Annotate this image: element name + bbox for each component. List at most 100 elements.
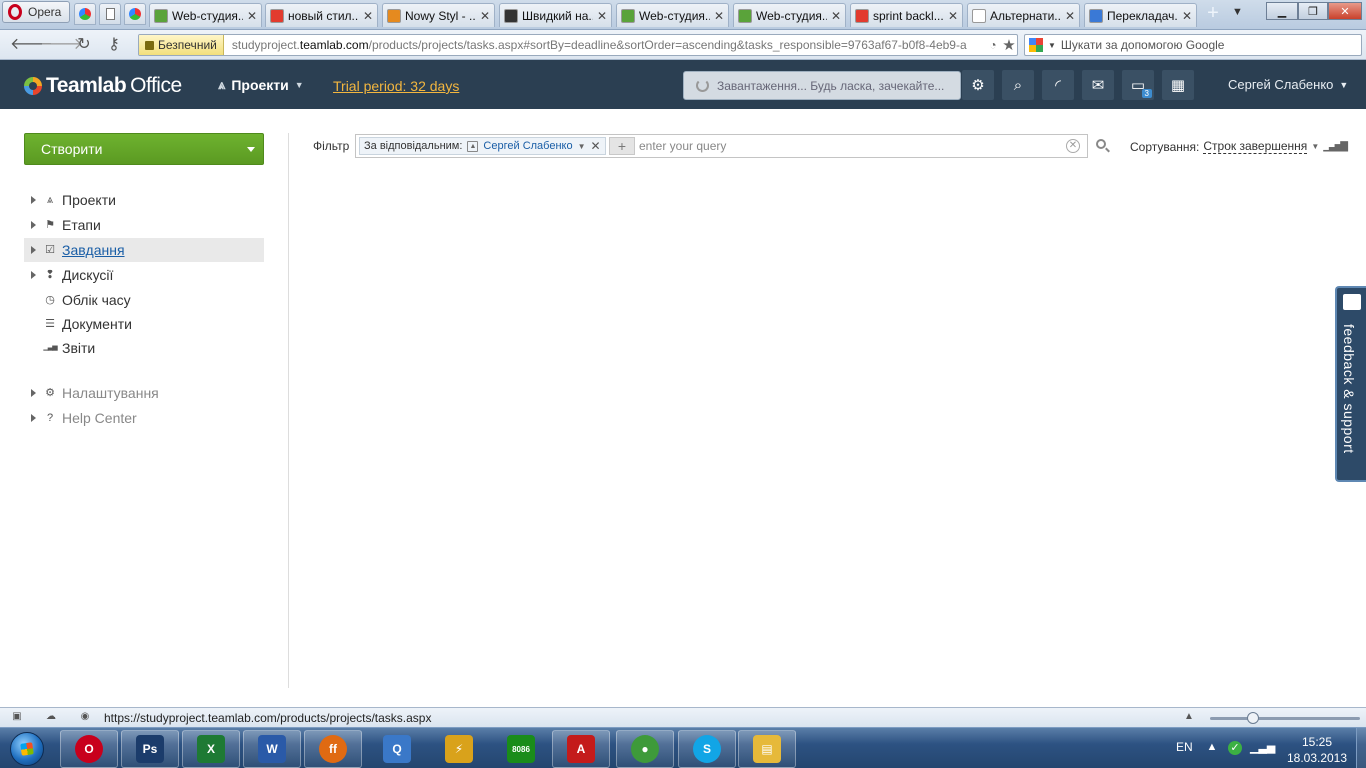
close-window-button[interactable]: ✕ — [1328, 2, 1362, 20]
cloud-icon[interactable]: ☁ — [44, 711, 58, 724]
taskbar-app-qip[interactable]: Q — [368, 730, 426, 768]
url-text[interactable]: studyproject.teamlab.com/products/projec… — [224, 38, 985, 52]
taskbar-app-chrome[interactable]: ● — [616, 730, 674, 768]
new-tab-button[interactable]: + — [1202, 3, 1224, 24]
close-tab-icon[interactable]: ✕ — [363, 9, 373, 23]
browser-tab[interactable]: sprint backl... ✕ — [850, 3, 963, 27]
sidebar-item[interactable]: ⚑ Етапи — [24, 213, 264, 237]
clock[interactable]: 15:25 18.03.2013 — [1282, 734, 1352, 766]
sidebar-item[interactable]: ⩓ Проекти — [24, 188, 264, 212]
key-icon[interactable]: ⚷ — [104, 35, 124, 55]
pinned-tab[interactable] — [124, 3, 146, 25]
browser-tab[interactable]: Швидкий на... ✕ — [499, 3, 612, 27]
browser-tab[interactable]: новый стил... ✕ — [265, 3, 378, 27]
user-menu[interactable]: Сергей Слабенко ▼ — [1228, 77, 1348, 92]
taskbar-app-opera[interactable]: O — [60, 730, 118, 768]
forward-icon[interactable]: 🡒 — [40, 35, 83, 55]
browser-tab[interactable]: Альтернати... ✕ — [967, 3, 1080, 27]
settings-button[interactable]: ⚙ — [962, 70, 994, 100]
browser-tab[interactable]: Web-студия... ✕ — [616, 3, 729, 27]
chevron-down-icon[interactable]: ▼ — [1311, 142, 1319, 151]
speed-dial-tab[interactable] — [74, 3, 96, 25]
sidebar-item[interactable]: ▁▃▅ Звіти — [24, 336, 264, 360]
url-field[interactable]: Безпечний studyproject.teamlab.com/produ… — [138, 34, 1018, 56]
sort-value[interactable]: Строк завершення — [1203, 139, 1308, 154]
engine-dropdown-icon[interactable]: ▼ — [1048, 41, 1056, 50]
module-menu[interactable]: ⩓ Проекти ▼ — [218, 77, 304, 93]
close-tab-icon[interactable]: ✕ — [1182, 9, 1192, 23]
start-button[interactable] — [2, 729, 52, 768]
language-indicator[interactable]: EN — [1176, 740, 1193, 754]
taskbar-app-skype[interactable]: S — [678, 730, 736, 768]
show-desktop-button[interactable] — [1356, 728, 1366, 768]
taskbar-app-photoshop[interactable]: Ps — [121, 730, 179, 768]
close-tab-icon[interactable]: ✕ — [247, 9, 257, 23]
search-loading-box[interactable]: Завантаження... Будь ласка, зачекайте... — [683, 71, 961, 100]
expand-arrow-icon[interactable] — [31, 246, 36, 254]
taskbar-app-winamp[interactable]: ⚡ — [430, 730, 488, 768]
calendar-button[interactable]: ▦ — [1162, 70, 1194, 100]
close-tab-icon[interactable]: ✕ — [597, 9, 607, 23]
network-icon[interactable]: ▁▃▅ — [1250, 741, 1275, 755]
sort-order-icon[interactable]: ▁▃▅▇ — [1323, 141, 1348, 152]
create-button[interactable]: Створити — [24, 133, 264, 165]
browser-tab[interactable]: Web-студия... ✕ — [149, 3, 262, 27]
taskbar-app-firefox[interactable]: ff — [304, 730, 362, 768]
scroll-up-icon[interactable]: ▲ — [1182, 711, 1196, 724]
messages-button[interactable]: ▭ 3 — [1122, 70, 1154, 100]
chevron-down-icon[interactable]: ▼ — [578, 142, 586, 151]
sidebar-item[interactable]: ☑ Завдання — [24, 238, 264, 262]
close-tab-icon[interactable]: ✕ — [831, 9, 841, 23]
sidebar-item[interactable]: ❢ Дискусії — [24, 263, 264, 287]
close-tab-icon[interactable]: ✕ — [948, 9, 958, 23]
opera-menu-button[interactable]: Opera — [2, 1, 70, 23]
rss-icon[interactable]: ◔ — [985, 38, 1001, 52]
blank-tab[interactable] — [99, 3, 121, 25]
search-icon[interactable] — [1096, 139, 1110, 153]
chip-value[interactable]: Сергей Слабенко — [483, 140, 572, 152]
tab-menu-icon[interactable]: ▼ — [1232, 6, 1243, 18]
bookmark-star-icon[interactable]: ★ — [1001, 36, 1017, 54]
expand-arrow-icon[interactable] — [31, 221, 36, 229]
turbo-icon[interactable]: ◉ — [78, 711, 92, 724]
close-tab-icon[interactable]: ✕ — [714, 9, 724, 23]
sidebar-item[interactable]: ? Help Center — [24, 406, 264, 430]
filter-query-input[interactable] — [639, 136, 1059, 156]
taskbar-app-explorer[interactable]: ▤ — [738, 730, 796, 768]
clear-icon[interactable]: ✕ — [1066, 139, 1080, 153]
panel-toggle-icon[interactable]: ▣ — [10, 711, 24, 724]
minimize-button[interactable]: ▁ — [1266, 2, 1298, 20]
sidebar-item[interactable]: ⚙ Налаштування — [24, 381, 264, 405]
add-filter-button[interactable]: + — [609, 137, 635, 155]
search-engine-field[interactable]: ▼ Шукати за допомогою Google — [1024, 34, 1362, 56]
expand-arrow-icon[interactable] — [31, 196, 36, 204]
feed-button[interactable]: ◜ — [1042, 70, 1074, 100]
taskbar-app-emu8086[interactable]: 8086 — [492, 730, 550, 768]
reload-icon[interactable]: ↻ — [74, 35, 94, 55]
filter-box[interactable]: За відповідальним: ▲ Сергей Слабенко ▼ ✕… — [355, 134, 1088, 158]
browser-tab[interactable]: Web-студия... ✕ — [733, 3, 846, 27]
browser-tab[interactable]: Nowy Styl - ... ✕ — [382, 3, 495, 27]
browser-tab[interactable]: Перекладач... ✕ — [1084, 3, 1197, 27]
security-tray-icon[interactable]: ✓ — [1228, 741, 1242, 755]
taskbar-app-excel[interactable]: X — [182, 730, 240, 768]
maximize-button[interactable]: ❐ — [1298, 2, 1328, 20]
zoom-slider-thumb[interactable] — [1247, 712, 1259, 724]
sidebar-item[interactable]: ◷ Облік часу — [24, 288, 264, 312]
taskbar-app-word[interactable]: W — [243, 730, 301, 768]
close-tab-icon[interactable]: ✕ — [1065, 9, 1075, 23]
feedback-tab[interactable]: feedback & support — [1335, 286, 1366, 482]
zoom-slider-track[interactable] — [1210, 717, 1360, 720]
expand-arrow-icon[interactable] — [31, 389, 36, 397]
search-button[interactable]: ⌕ — [1002, 70, 1034, 100]
taskbar-app-acrobat[interactable]: A — [552, 730, 610, 768]
sort-control[interactable]: Сортування: Строк завершення ▼ ▁▃▅▇ — [1130, 139, 1348, 154]
tray-expand-icon[interactable]: ▲ — [1205, 741, 1219, 755]
back-icon[interactable]: 🡐 — [10, 35, 53, 55]
teamlab-logo[interactable]: Teamlab Office — [24, 74, 182, 98]
trial-period-link[interactable]: Trial period: 32 days — [333, 78, 459, 94]
close-tab-icon[interactable]: ✕ — [480, 9, 490, 23]
mail-button[interactable]: ✉ — [1082, 70, 1114, 100]
expand-arrow-icon[interactable] — [31, 414, 36, 422]
security-badge[interactable]: Безпечний — [139, 35, 224, 55]
